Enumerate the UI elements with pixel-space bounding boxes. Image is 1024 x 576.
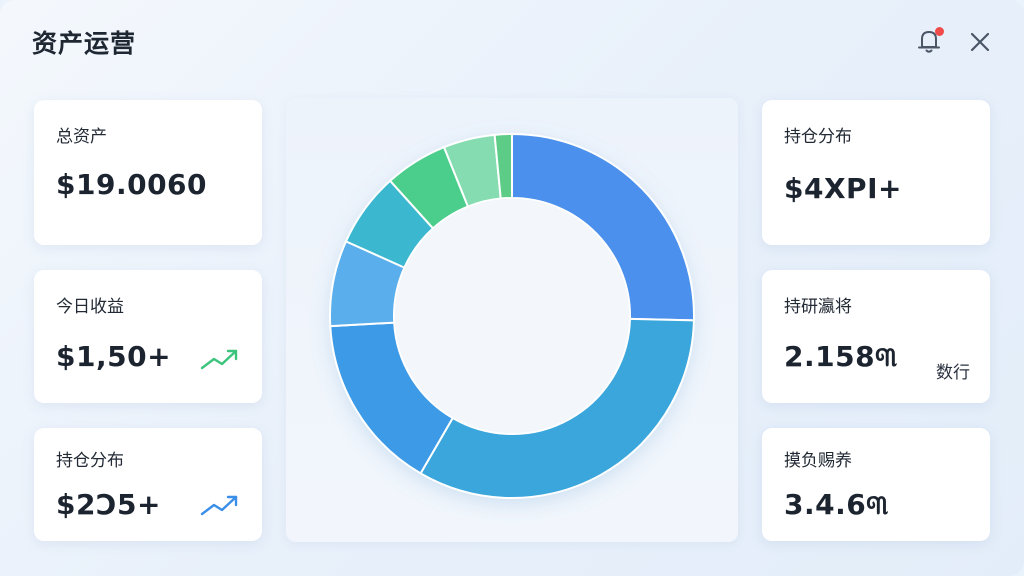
- close-icon: [970, 32, 990, 52]
- holdings-card-right[interactable]: 持仓分布 $4XPI+: [762, 100, 990, 245]
- card-label: 持仓分布: [784, 127, 852, 147]
- trend-up-icon: [200, 495, 238, 516]
- app-window: 资产运营 总资产 $19.0060 今日收益 $1,50+ 持仓分布 $2Ɔ5+: [0, 0, 1024, 576]
- card-label: 摸负赐养: [784, 451, 852, 471]
- card-value: 2.158୩: [784, 340, 898, 373]
- card-label: 持研瀛将: [784, 297, 852, 317]
- close-button[interactable]: [966, 28, 994, 56]
- donut-hole: [395, 199, 629, 433]
- card-value: $4XPI+: [784, 172, 902, 205]
- card-value: 3.4.6୩: [784, 488, 889, 521]
- card-label: 总资产: [56, 127, 107, 147]
- metric-card-right-2[interactable]: 持研瀛将 2.158୩ 数行: [762, 270, 990, 403]
- metric-card-right-3[interactable]: 摸负赐养 3.4.6୩: [762, 428, 990, 541]
- card-label: 持仓分布: [56, 451, 124, 471]
- card-value: $19.0060: [56, 168, 208, 201]
- donut-chart: [329, 132, 695, 504]
- trend-up-icon: [200, 349, 238, 370]
- card-value: $2Ɔ5+: [56, 488, 161, 521]
- card-value: $1,50+: [56, 340, 172, 373]
- holdings-card-left[interactable]: 持仓分布 $2Ɔ5+: [34, 428, 262, 541]
- notification-badge: [935, 27, 944, 36]
- notification-button[interactable]: [914, 26, 944, 56]
- card-label: 今日收益: [56, 297, 124, 317]
- chart-panel: [286, 98, 738, 542]
- today-earnings-card[interactable]: 今日收益 $1,50+: [34, 270, 262, 403]
- page-title: 资产运营: [32, 29, 137, 58]
- total-assets-card[interactable]: 总资产 $19.0060: [34, 100, 262, 245]
- card-side-text: 数行: [936, 363, 970, 383]
